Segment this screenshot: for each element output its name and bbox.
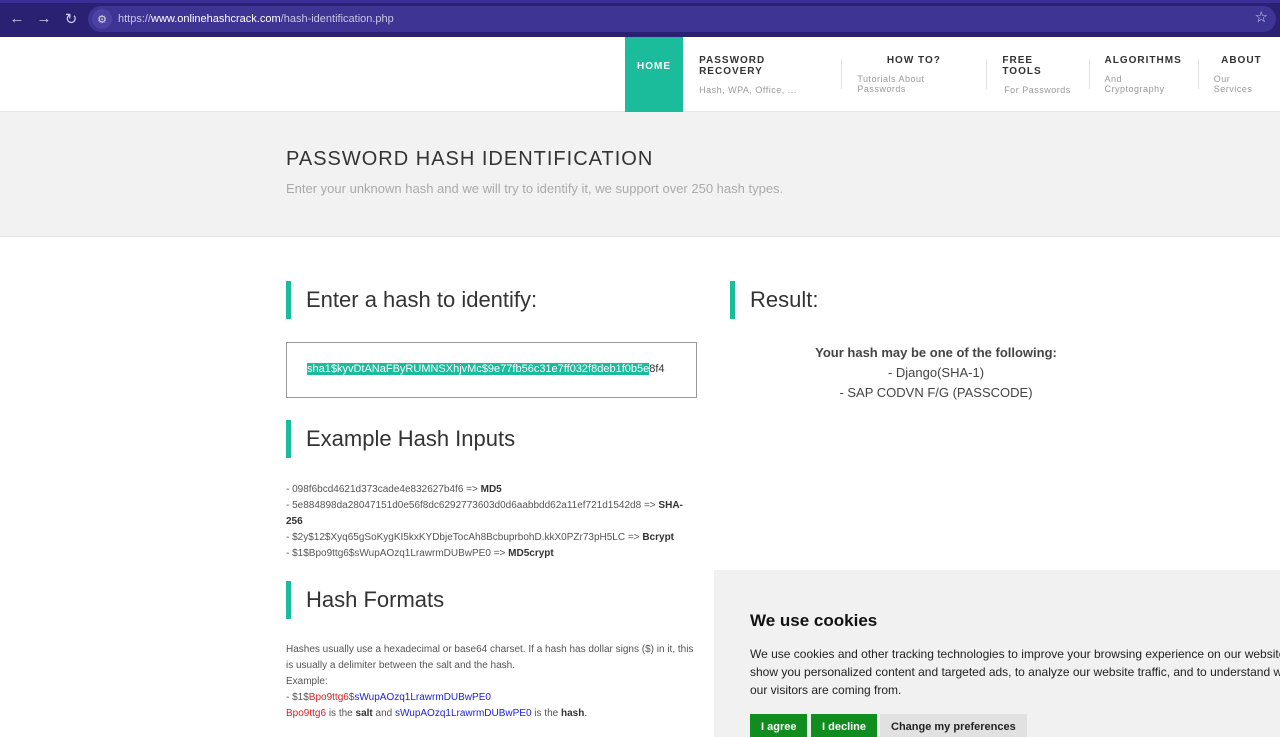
url-text[interactable]: https://www.onlinehashcrack.com/hash-ide… — [118, 13, 394, 25]
bookmark-star-icon[interactable]: ☆ — [1255, 8, 1268, 26]
heading-accent-bar — [286, 281, 291, 319]
site-settings-icon[interactable]: ⚙ — [92, 9, 112, 29]
result-heading: Result: — [730, 281, 818, 319]
decline-button[interactable]: I decline — [811, 714, 878, 737]
formats-heading: Hash Formats — [286, 581, 444, 619]
nav-home[interactable]: HOME — [625, 37, 684, 112]
selected-hash-text: sha1$kyvDtANaFByRUMNSXhjvMc$9e77fb56c31e… — [307, 363, 650, 375]
nav-password-recovery[interactable]: PASSWORD RECOVERY Hash, WPA, Office, ... — [683, 37, 841, 112]
heading-accent-bar — [730, 281, 735, 319]
address-bar[interactable]: ⚙ https://www.onlinehashcrack.com/hash-i… — [88, 6, 1276, 32]
enter-hash-heading: Enter a hash to identify: — [286, 281, 537, 319]
site-header: HOME PASSWORD RECOVERY Hash, WPA, Office… — [0, 37, 1280, 112]
examples-list: - 098f6bcd4621d373cade4e832627b4f6 => MD… — [286, 482, 696, 562]
example-label: Example: — [286, 676, 328, 687]
change-preferences-button[interactable]: Change my preferences — [880, 714, 1027, 737]
result-box: Your hash may be one of the following: -… — [736, 343, 1136, 403]
nav-free-tools[interactable]: FREE TOOLS For Passwords — [986, 37, 1088, 112]
cookie-title: We use cookies — [750, 611, 878, 630]
list-item: - $2y$12$Xyq65gSoKygKI5kxKYDbjeTocAh8Bcb… — [286, 532, 675, 543]
main-nav: HOME PASSWORD RECOVERY Hash, WPA, Office… — [625, 37, 1280, 112]
result-intro: Your hash may be one of the following: — [815, 345, 1057, 360]
formats-text: Hashes usually use a hexadecimal or base… — [286, 642, 696, 722]
page-title: PASSWORD HASH IDENTIFICATION — [286, 148, 654, 170]
forward-arrow-icon[interactable]: → — [33, 8, 55, 30]
browser-toolbar: ← → ↻ ⚙ https://www.onlinehashcrack.com/… — [0, 0, 1280, 37]
list-item: - $1$Bpo9ttg6$sWupAOzq1LrawrmDUBwPE0 => … — [286, 548, 554, 559]
nav-about[interactable]: ABOUT Our Services — [1197, 37, 1280, 112]
examples-heading: Example Hash Inputs — [286, 420, 515, 458]
formats-paragraph: Hashes usually use a hexadecimal or base… — [286, 644, 694, 671]
page-banner: PASSWORD HASH IDENTIFICATION Enter your … — [0, 112, 1280, 237]
list-item: - 098f6bcd4621d373cade4e832627b4f6 => MD… — [286, 484, 502, 495]
list-item: - 5e884898da28047151d0e56f8dc6292773603d… — [286, 500, 683, 527]
cookie-text: We use cookies and other tracking techno… — [750, 647, 1280, 697]
page-subtitle: Enter your unknown hash and we will try … — [286, 181, 784, 196]
example-explanation: Bpo9ttg6 is the salt and sWupAOzq1Lrawrm… — [286, 708, 588, 719]
example-line: - $1$Bpo9ttg6$sWupAOzq1LrawrmDUBwPE0 — [286, 692, 491, 703]
cookie-consent-panel: We use cookies We use cookies and other … — [714, 570, 1280, 737]
hash-input[interactable]: sha1$kyvDtANaFByRUMNSXhjvMc$9e77fb56c31e… — [286, 342, 697, 398]
result-item: - SAP CODVN F/G (PASSCODE) — [839, 385, 1033, 400]
nav-how-to[interactable]: HOW TO? Tutorials About Passwords — [841, 37, 986, 112]
heading-accent-bar — [286, 581, 291, 619]
nav-algorithms[interactable]: ALGORITHMS And Cryptography — [1088, 37, 1198, 112]
agree-button[interactable]: I agree — [750, 714, 808, 737]
back-arrow-icon[interactable]: ← — [6, 8, 28, 30]
reload-icon[interactable]: ↻ — [60, 8, 82, 30]
result-item: - Django(SHA-1) — [887, 365, 985, 380]
heading-accent-bar — [286, 420, 291, 458]
